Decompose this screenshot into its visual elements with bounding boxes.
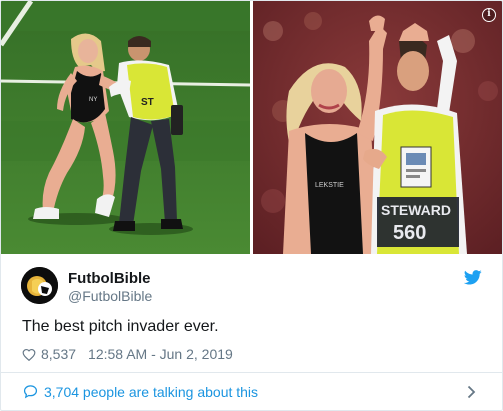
photo-pitch-invader-running[interactable]: ST NY xyxy=(1,1,250,254)
info-icon[interactable]: i xyxy=(482,8,496,22)
heart-icon[interactable] xyxy=(22,348,36,361)
tweet-text: The best pitch invader ever. xyxy=(22,318,219,335)
tweet-media[interactable]: ST NY LEKSTIE STEWARD 560 i xyxy=(1,1,502,254)
tweet-meta: 8,537 12:58 AM - Jun 2, 2019 xyxy=(22,345,233,363)
author-handle[interactable]: @FutbolBible xyxy=(68,288,152,304)
author-display-name[interactable]: FutbolBible xyxy=(68,270,151,287)
speech-bubble-icon xyxy=(23,385,38,399)
photo-pitch-invader-closeup[interactable]: LEKSTIE STEWARD 560 i xyxy=(253,1,502,254)
avatar[interactable] xyxy=(21,267,58,304)
tweet-timestamp[interactable]: 12:58 AM - Jun 2, 2019 xyxy=(88,346,233,362)
chevron-right-icon[interactable] xyxy=(467,385,476,399)
like-count[interactable]: 8,537 xyxy=(41,346,76,362)
left-vest-text: ST xyxy=(141,97,154,108)
conversation-link[interactable]: 3,704 people are talking about this xyxy=(1,373,502,410)
embedded-tweet-card: ST NY LEKSTIE STEWARD 560 i FutbolBible … xyxy=(0,0,503,411)
right-shirt-text: LEKSTIE xyxy=(315,182,344,189)
right-vest-number: 560 xyxy=(393,222,426,244)
tweet-header: FutbolBible @FutbolBible xyxy=(1,254,502,310)
right-vest-text: STEWARD xyxy=(381,202,451,218)
twitter-bird-icon[interactable] xyxy=(464,270,482,285)
left-shirt-text: NY xyxy=(89,97,97,103)
talking-count-text[interactable]: 3,704 people are talking about this xyxy=(44,384,258,400)
